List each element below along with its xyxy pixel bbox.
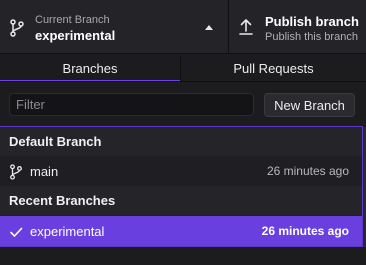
current-branch-dropdown[interactable]: Current Branch experimental (0, 0, 229, 54)
toolbar: Current Branch experimental Publish bran… (0, 0, 366, 54)
branch-time: 26 minutes ago (266, 164, 349, 178)
git-branch-icon (10, 19, 24, 37)
filter-input[interactable] (9, 93, 254, 116)
branch-row-main[interactable]: main 26 minutes ago (0, 156, 362, 186)
group-header-default-branch: Default Branch (0, 127, 362, 156)
publish-branch-button[interactable]: Publish branch Publish this branch (229, 0, 366, 54)
branch-name: experimental (30, 223, 105, 239)
branch-row-experimental[interactable]: experimental 26 minutes ago (0, 216, 362, 246)
tab-branches[interactable]: Branches (0, 55, 181, 82)
branch-list: Default Branch main 26 minutes ago Recen… (0, 127, 363, 247)
current-branch-caption: Current Branch (35, 14, 110, 26)
branch-time: 26 minutes ago (261, 224, 349, 238)
git-branch-icon (10, 164, 22, 180)
background-panel (0, 247, 366, 265)
chevron-up-icon (205, 25, 213, 30)
new-branch-button[interactable]: New Branch (264, 93, 355, 117)
upload-arrow-icon (239, 19, 253, 35)
publish-branch-title: Publish branch (265, 14, 359, 29)
checkmark-icon (10, 227, 23, 237)
group-header-recent-branches: Recent Branches (0, 186, 362, 215)
tab-bar: Branches Pull Requests (0, 55, 366, 82)
tab-pull-requests[interactable]: Pull Requests (181, 55, 366, 81)
current-branch-name: experimental (35, 28, 116, 43)
branch-name: main (30, 163, 59, 179)
publish-branch-subtitle: Publish this branch (265, 31, 358, 43)
filter-row: New Branch (0, 82, 366, 126)
